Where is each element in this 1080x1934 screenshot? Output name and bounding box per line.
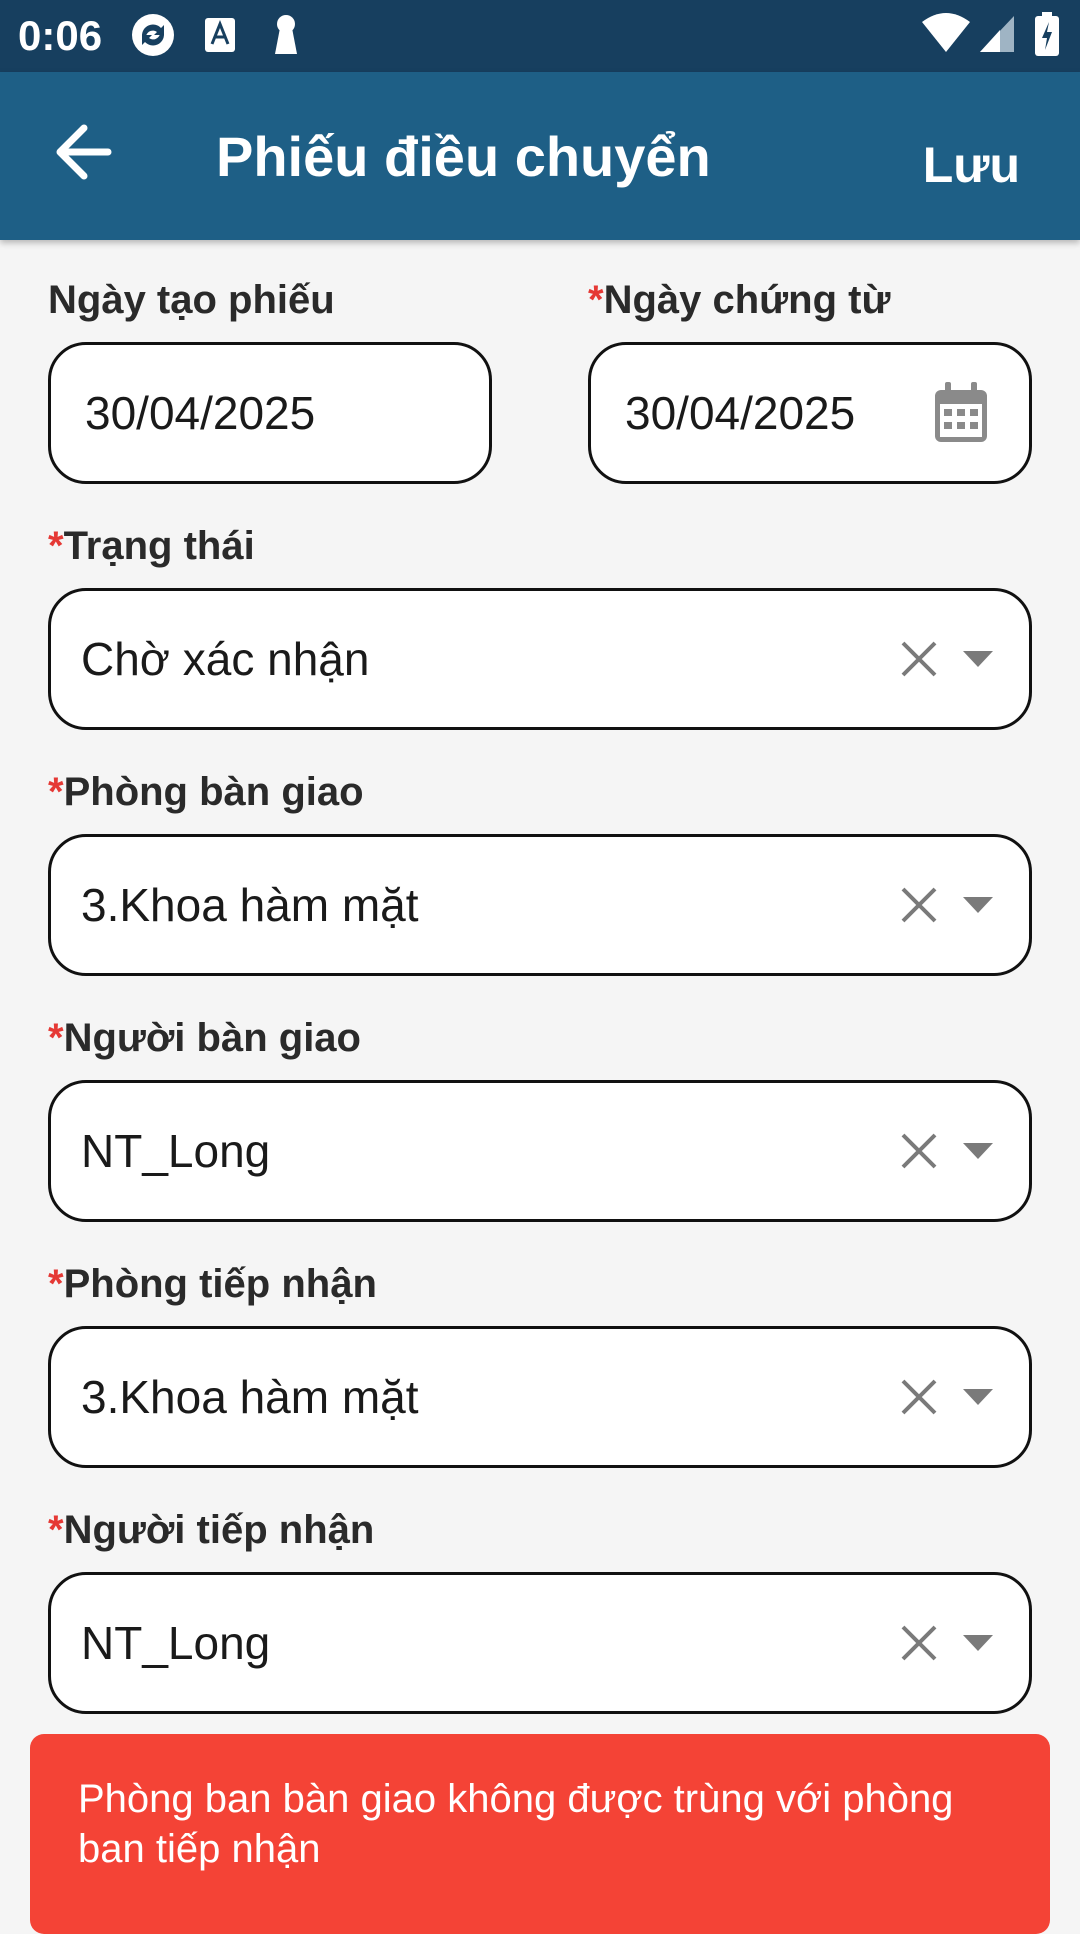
created-date-label: Ngày tạo phiếu	[48, 278, 335, 322]
arrow-left-icon	[56, 124, 112, 180]
signal-icon	[980, 16, 1014, 52]
battery-icon	[1035, 12, 1059, 56]
sync-icon	[132, 14, 174, 56]
created-date-field[interactable]: 30/04/2025	[48, 342, 492, 484]
error-toast: Phòng ban bàn giao không được trùng với …	[30, 1734, 1050, 1934]
receiving-department-select[interactable]: 3.Khoa hàm mặt	[48, 1326, 1032, 1468]
close-icon[interactable]	[899, 1131, 939, 1171]
receiving-person-value: NT_Long	[81, 1617, 271, 1669]
status-label: *Trạng thái	[48, 524, 255, 568]
required-mark: *	[48, 524, 64, 568]
chevron-down-icon[interactable]	[961, 1141, 995, 1161]
handover-department-value: 3.Khoa hàm mặt	[81, 879, 419, 931]
close-icon[interactable]	[899, 1377, 939, 1417]
chevron-down-icon[interactable]	[961, 1633, 995, 1653]
close-icon[interactable]	[899, 885, 939, 925]
toast-message: Phòng ban bàn giao không được trùng với …	[78, 1777, 954, 1871]
created-date-value: 30/04/2025	[85, 387, 316, 439]
required-mark: *	[48, 1016, 64, 1060]
status-bar: 0:06	[0, 0, 1080, 72]
document-date-label: *Ngày chứng từ	[588, 278, 891, 322]
chevron-down-icon[interactable]	[961, 1387, 995, 1407]
receiving-department-value: 3.Khoa hàm mặt	[81, 1371, 419, 1423]
required-mark: *	[48, 1508, 64, 1552]
handover-department-select[interactable]: 3.Khoa hàm mặt	[48, 834, 1032, 976]
required-mark: *	[48, 1262, 64, 1306]
calendar-icon[interactable]	[933, 382, 989, 444]
handover-person-select[interactable]: NT_Long	[48, 1080, 1032, 1222]
receiving-department-label: *Phòng tiếp nhận	[48, 1262, 377, 1306]
keyhole-icon	[275, 15, 297, 54]
back-button[interactable]	[46, 120, 122, 184]
receiving-person-select[interactable]: NT_Long	[48, 1572, 1032, 1714]
document-date-field[interactable]: 30/04/2025	[588, 342, 1032, 484]
handover-person-value: NT_Long	[81, 1125, 271, 1177]
required-mark: *	[588, 278, 604, 322]
save-button[interactable]: Lưu	[923, 136, 1020, 194]
close-icon[interactable]	[899, 639, 939, 679]
receiving-person-label: *Người tiếp nhận	[48, 1508, 375, 1552]
status-select[interactable]: Chờ xác nhận	[48, 588, 1032, 730]
status-value: Chờ xác nhận	[81, 633, 370, 685]
document-date-value: 30/04/2025	[625, 387, 856, 439]
chevron-down-icon[interactable]	[961, 649, 995, 669]
status-time: 0:06	[18, 12, 103, 59]
close-icon[interactable]	[899, 1623, 939, 1663]
app-bar: Phiếu điều chuyển Lưu	[0, 72, 1080, 240]
required-mark: *	[48, 770, 64, 814]
handover-person-label: *Người bàn giao	[48, 1016, 361, 1060]
chevron-down-icon[interactable]	[961, 895, 995, 915]
page-title: Phiếu điều chuyển	[216, 125, 711, 188]
handover-department-label: *Phòng bàn giao	[48, 770, 364, 814]
wifi-icon	[922, 13, 970, 52]
font-icon	[205, 18, 235, 52]
